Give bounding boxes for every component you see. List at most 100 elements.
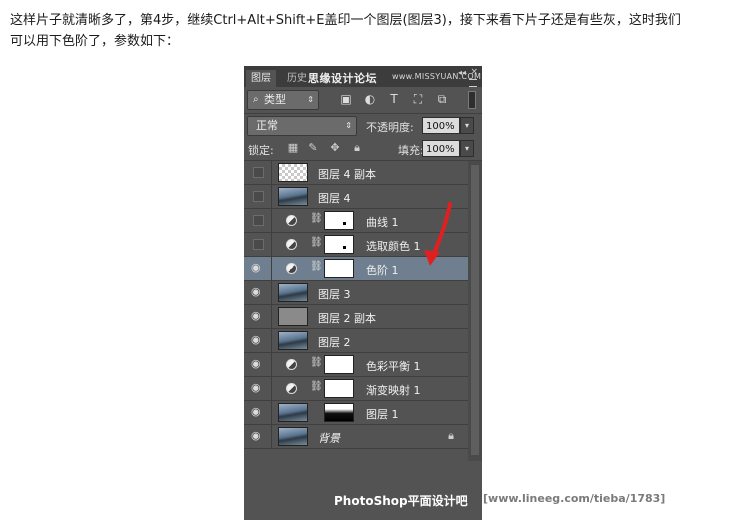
layers-scrollbar[interactable] — [468, 161, 482, 461]
visibility-toggle[interactable]: ◉ — [244, 401, 272, 424]
caption-line-2: 可以用下色阶了，参数如下： — [10, 34, 180, 49]
adjustment-filter-icon[interactable]: ◐ — [362, 91, 378, 107]
caption-line-1: 这样片子就清晰多了，第4步，继续Ctrl+Alt+Shift+E盖印一个图层(图… — [10, 13, 681, 28]
layer-row[interactable]: 图层 4 副本 — [244, 161, 468, 185]
layer-row[interactable]: ◉ 图层 3 — [244, 281, 468, 305]
blend-mode-label: 正常 — [256, 119, 278, 132]
mask-dot — [343, 246, 346, 249]
opacity-label: 不透明度: — [366, 121, 414, 134]
layer-row[interactable]: ◉ 图层 2 副本 — [244, 305, 468, 329]
panel-tab-bar: 图层 历史 思缘设计论坛 www.MISSYUAN.COM ◂◂ × — [244, 66, 482, 87]
filter-row: ⌕ 类型 ⇕ ▣ ◐ T ⛶ ⧉ — [244, 87, 482, 114]
layer-thumbnail[interactable] — [278, 307, 308, 326]
blend-row: 正常 ⇕ 不透明度: 100% ▾ — [244, 114, 482, 138]
smartobject-filter-icon[interactable]: ⧉ — [434, 91, 450, 107]
layer-row[interactable]: ◉ 图层 1 — [244, 401, 468, 425]
layer-row[interactable]: ◉ ⛓ 色彩平衡 1 — [244, 353, 468, 377]
layer-row[interactable]: ◉ ⛓ 渐变映射 1 — [244, 377, 468, 401]
adjustment-layer-icon — [286, 263, 297, 274]
visibility-toggle[interactable]: ◉ — [244, 329, 272, 352]
layer-thumbnail[interactable] — [278, 187, 308, 206]
forum-watermark: 思缘设计论坛 — [308, 72, 377, 85]
layer-row[interactable]: ◉ 图层 2 — [244, 329, 468, 353]
lock-row: 锁定: ▦ ✎ ✥ 🔒︎ 填充: 100% ▾ — [244, 138, 482, 161]
visibility-toggle[interactable]: ◉ — [244, 257, 272, 280]
hidden-box-icon — [253, 215, 264, 226]
hidden-box-icon — [253, 167, 264, 178]
layer-thumbnail[interactable] — [278, 427, 308, 446]
kind-filter-select[interactable]: ⌕ 类型 ⇕ — [247, 90, 319, 110]
layer-mask-thumbnail[interactable] — [324, 259, 354, 278]
layers-panel: 图层 历史 思缘设计论坛 www.MISSYUAN.COM ◂◂ × ⌕ 类型 … — [244, 66, 482, 520]
eye-icon: ◉ — [251, 429, 261, 442]
layer-name: 图层 2 — [318, 336, 351, 349]
close-icon[interactable]: × — [470, 67, 478, 77]
forum-url: www.MISSYUAN.COM — [392, 72, 482, 81]
adjustment-layer-icon — [286, 215, 297, 226]
lock-position-icon[interactable]: ✥ — [328, 141, 342, 155]
type-filter-icon[interactable]: T — [386, 91, 402, 107]
visibility-toggle[interactable]: ◉ — [244, 305, 272, 328]
fill-dropdown-icon[interactable]: ▾ — [460, 140, 474, 157]
chevron-updown-icon: ⇕ — [307, 95, 314, 104]
visibility-toggle[interactable] — [244, 185, 272, 208]
shape-filter-icon[interactable]: ⛶ — [410, 91, 426, 107]
eye-icon: ◉ — [251, 333, 261, 346]
lock-transparent-icon[interactable]: ▦ — [286, 141, 300, 155]
article-caption: 这样片子就清晰多了，第4步，继续Ctrl+Alt+Shift+E盖印一个图层(图… — [10, 10, 730, 52]
layer-name: 色阶 1 — [366, 264, 399, 277]
red-arrow-annotation — [424, 202, 452, 266]
layer-name: 背景 — [318, 432, 340, 445]
tab-layers[interactable]: 图层 — [246, 70, 276, 87]
layer-name: 图层 1 — [366, 408, 399, 421]
visibility-toggle[interactable]: ◉ — [244, 353, 272, 376]
adjustment-layer-icon — [286, 359, 297, 370]
opacity-dropdown-icon[interactable]: ▾ — [460, 117, 474, 134]
collapse-icon[interactable]: ◂◂ — [458, 68, 466, 77]
link-icon[interactable]: ⛓ — [310, 357, 323, 368]
visibility-toggle[interactable]: ◉ — [244, 281, 272, 304]
visibility-toggle[interactable]: ◉ — [244, 425, 272, 448]
layer-thumbnail[interactable] — [278, 331, 308, 350]
layer-mask-thumbnail[interactable] — [324, 355, 354, 374]
search-icon: ⌕ — [253, 94, 259, 105]
visibility-toggle[interactable] — [244, 233, 272, 256]
scroll-thumb[interactable] — [471, 165, 479, 455]
eye-icon: ◉ — [251, 285, 261, 298]
layer-name: 图层 3 — [318, 288, 351, 301]
mask-dot — [343, 222, 346, 225]
visibility-toggle[interactable] — [244, 209, 272, 232]
opacity-field[interactable]: 100% — [422, 117, 460, 134]
link-icon[interactable]: ⛓ — [310, 381, 323, 392]
panel-menu-icon[interactable] — [469, 79, 477, 87]
layer-thumbnail[interactable] — [278, 403, 308, 422]
eye-icon: ◉ — [251, 381, 261, 394]
layer-mask-thumbnail[interactable] — [324, 211, 354, 230]
layer-thumbnail[interactable] — [278, 283, 308, 302]
hidden-box-icon — [253, 191, 264, 202]
layer-mask-thumbnail[interactable] — [324, 379, 354, 398]
layer-mask-thumbnail[interactable] — [324, 403, 354, 422]
hidden-box-icon — [253, 239, 264, 250]
layer-row[interactable]: ◉ 背景 🔒︎ — [244, 425, 468, 449]
fill-label: 填充: — [398, 144, 424, 157]
link-icon[interactable]: ⛓ — [310, 213, 323, 224]
layer-name: 曲线 1 — [366, 216, 399, 229]
visibility-toggle[interactable]: ◉ — [244, 377, 272, 400]
image-filter-icon[interactable]: ▣ — [338, 91, 354, 107]
visibility-toggle[interactable] — [244, 161, 272, 184]
bottom-url: [www.lineeg.com/tieba/1783] — [483, 492, 666, 505]
link-icon[interactable]: ⛓ — [310, 261, 323, 272]
layer-name: 色彩平衡 1 — [366, 360, 421, 373]
fill-field[interactable]: 100% — [422, 140, 460, 157]
lock-image-icon[interactable]: ✎ — [306, 141, 320, 155]
eye-icon: ◉ — [251, 405, 261, 418]
blend-mode-select[interactable]: 正常 ⇕ — [247, 116, 357, 136]
layer-name: 图层 4 副本 — [318, 168, 376, 181]
link-icon[interactable]: ⛓ — [310, 237, 323, 248]
eye-icon: ◉ — [251, 261, 261, 274]
layer-thumbnail[interactable] — [278, 163, 308, 182]
lock-all-icon[interactable]: 🔒︎ — [350, 141, 364, 155]
layer-mask-thumbnail[interactable] — [324, 235, 354, 254]
filter-toggle-switch[interactable] — [468, 91, 476, 109]
